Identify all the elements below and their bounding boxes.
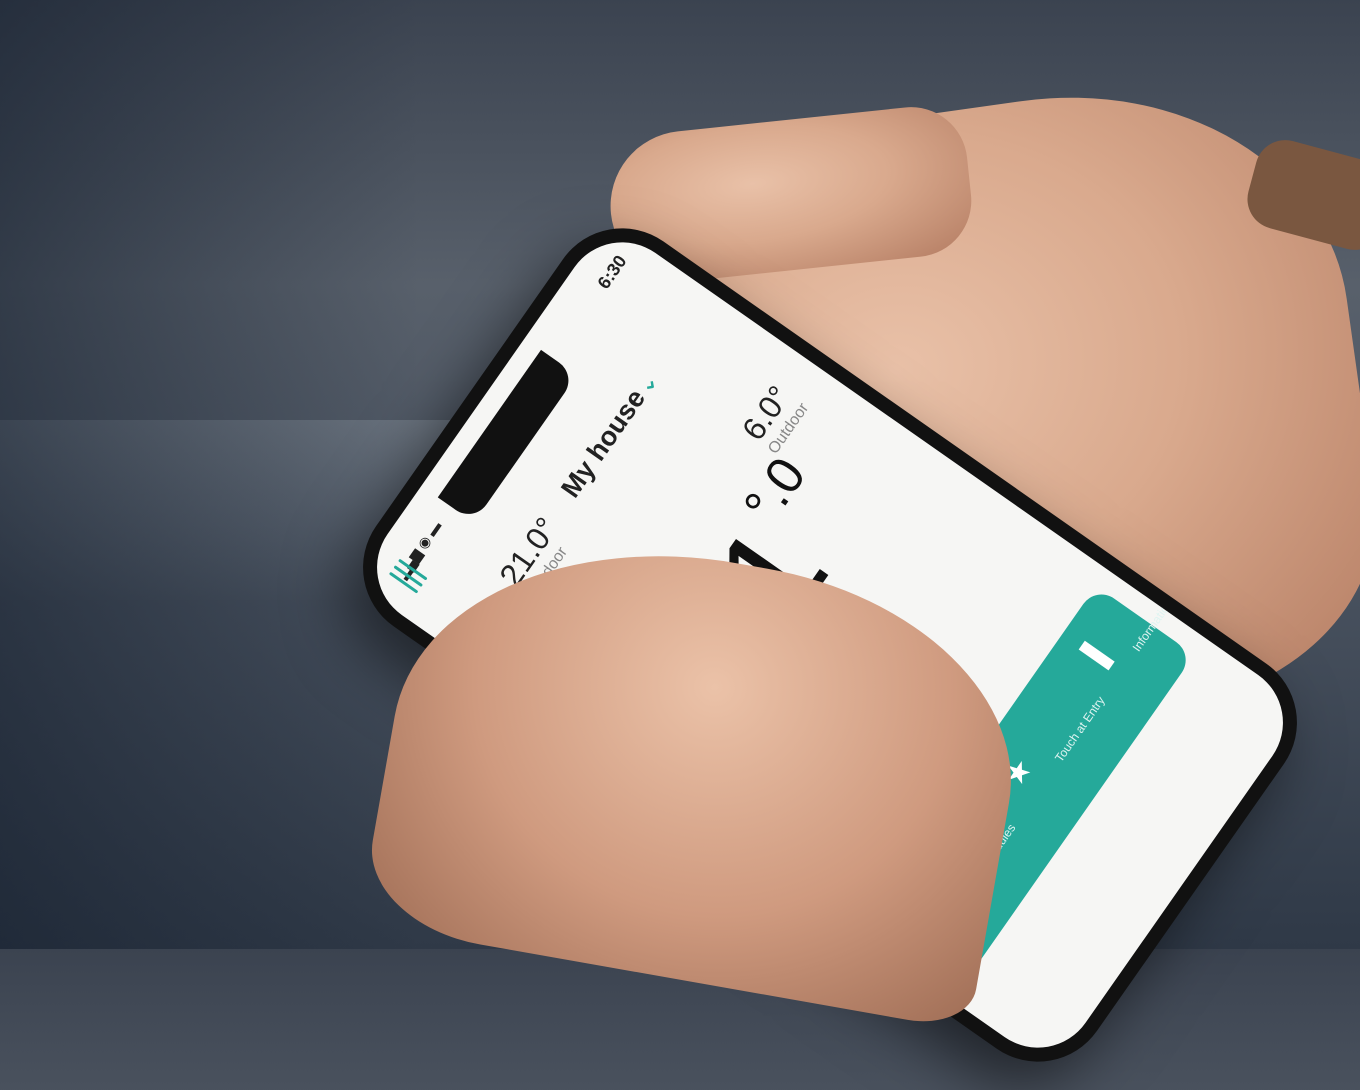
hamburger-icon[interactable]: [385, 554, 430, 598]
background-shadow: [0, 0, 420, 949]
house-title: My house: [555, 383, 652, 503]
chart-icon: ▐: [1073, 641, 1113, 678]
status-time: 6:30: [593, 251, 631, 293]
